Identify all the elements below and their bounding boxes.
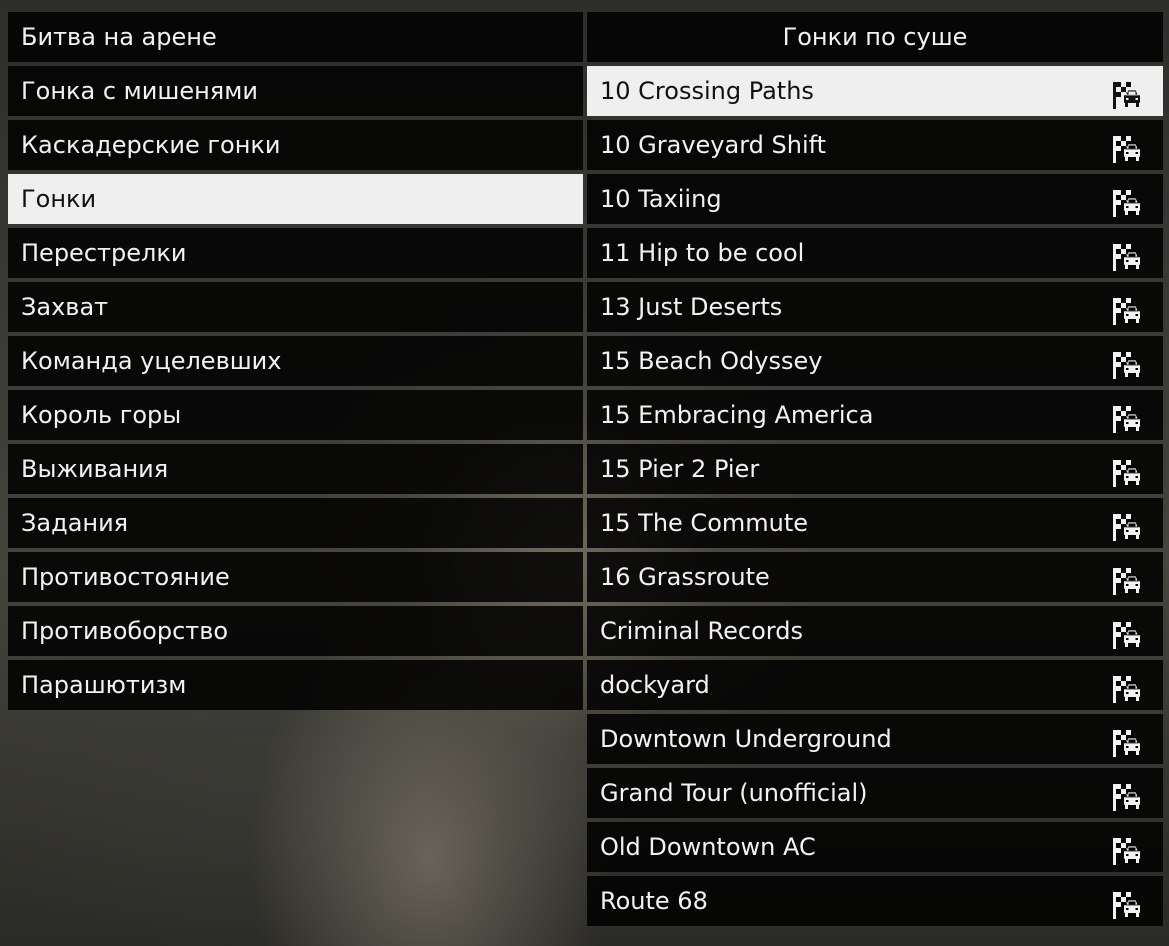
job-item-label: dockyard xyxy=(600,671,710,699)
job-item[interactable]: dockyard xyxy=(587,660,1163,710)
job-list-panel: Гонки по суше 10 Crossing Paths 10 Grave… xyxy=(587,12,1163,930)
category-item[interactable]: Захват xyxy=(8,282,583,332)
category-item[interactable]: Противостояние xyxy=(8,552,583,602)
job-item[interactable]: 10 Crossing Paths xyxy=(587,66,1163,116)
job-item-label: 15 Embracing America xyxy=(600,401,874,429)
job-item-label: 15 Beach Odyssey xyxy=(600,347,823,375)
category-item-label: Гонка с мишенями xyxy=(21,77,258,105)
race-flag-car-icon xyxy=(1111,293,1143,325)
job-item[interactable]: 13 Just Deserts xyxy=(587,282,1163,332)
job-item[interactable]: 15 Pier 2 Pier xyxy=(587,444,1163,494)
category-item-label: Король горы xyxy=(21,401,182,429)
job-item[interactable]: 15 Beach Odyssey xyxy=(587,336,1163,386)
job-item[interactable]: Downtown Underground xyxy=(587,714,1163,764)
category-item[interactable]: Противоборство xyxy=(8,606,583,656)
race-flag-car-icon xyxy=(1111,563,1143,595)
category-item-label: Команда уцелевших xyxy=(21,347,282,375)
race-flag-car-icon xyxy=(1111,77,1143,109)
job-item-label: 15 The Commute xyxy=(600,509,809,537)
race-flag-car-icon xyxy=(1111,401,1143,433)
job-list-header: Гонки по суше xyxy=(587,12,1163,62)
race-flag-car-icon xyxy=(1111,617,1143,649)
category-item-label: Захват xyxy=(21,293,109,321)
category-item-label: Выживания xyxy=(21,455,169,483)
category-item[interactable]: Гонка с мишенями xyxy=(8,66,583,116)
category-item[interactable]: Задания xyxy=(8,498,583,548)
category-item[interactable]: Парашютизм xyxy=(8,660,583,710)
race-flag-car-icon xyxy=(1111,131,1143,163)
race-flag-car-icon xyxy=(1111,347,1143,379)
job-item[interactable]: 15 Embracing America xyxy=(587,390,1163,440)
job-item-label: 10 Crossing Paths xyxy=(600,77,814,105)
job-item[interactable]: 10 Graveyard Shift xyxy=(587,120,1163,170)
job-item[interactable]: Criminal Records xyxy=(587,606,1163,656)
job-item[interactable]: 11 Hip to be cool xyxy=(587,228,1163,278)
job-item-label: 10 Graveyard Shift xyxy=(600,131,827,159)
category-item[interactable]: Битва на арене xyxy=(8,12,583,62)
category-item-label: Перестрелки xyxy=(21,239,187,267)
category-item-label: Задания xyxy=(21,509,129,537)
job-item-label: 16 Grassroute xyxy=(600,563,770,591)
menu-scene: Битва на арене Гонка с мишенями Каскадерск… xyxy=(0,0,1169,946)
category-item[interactable]: Команда уцелевших xyxy=(8,336,583,386)
category-item-label: Противостояние xyxy=(21,563,230,591)
job-item[interactable]: 10 Taxiing xyxy=(587,174,1163,224)
job-item-label: 10 Taxiing xyxy=(600,185,722,213)
job-item[interactable]: Grand Tour (unofficial) xyxy=(587,768,1163,818)
job-item-label: 13 Just Deserts xyxy=(600,293,783,321)
category-item[interactable]: Каскадерские гонки xyxy=(8,120,583,170)
job-item-label: Grand Tour (unofficial) xyxy=(600,779,868,807)
race-flag-car-icon xyxy=(1111,671,1143,703)
category-list: Битва на арене Гонка с мишенями Каскадерск… xyxy=(8,12,583,714)
job-list: 10 Crossing Paths 10 Graveyard Shift 10 … xyxy=(587,66,1163,926)
job-item[interactable]: 16 Grassroute xyxy=(587,552,1163,602)
job-item[interactable]: 15 The Commute xyxy=(587,498,1163,548)
job-item[interactable]: Old Downtown AC xyxy=(587,822,1163,872)
race-flag-car-icon xyxy=(1111,455,1143,487)
job-item-label: 11 Hip to be cool xyxy=(600,239,805,267)
race-flag-car-icon xyxy=(1111,887,1143,919)
race-flag-car-icon xyxy=(1111,239,1143,271)
category-item[interactable]: Перестрелки xyxy=(8,228,583,278)
category-item-label: Битва на арене xyxy=(21,23,217,51)
category-item-label: Каскадерские гонки xyxy=(21,131,281,159)
job-item[interactable]: Route 68 xyxy=(587,876,1163,926)
category-item-label: Гонки xyxy=(21,185,97,213)
job-item-label: Old Downtown AC xyxy=(600,833,816,861)
category-item-label: Противоборство xyxy=(21,617,229,645)
race-flag-car-icon xyxy=(1111,185,1143,217)
category-item[interactable]: Выживания xyxy=(8,444,583,494)
race-flag-car-icon xyxy=(1111,833,1143,865)
race-flag-car-icon xyxy=(1111,725,1143,757)
job-item-label: Downtown Underground xyxy=(600,725,892,753)
job-item-label: 15 Pier 2 Pier xyxy=(600,455,760,483)
job-item-label: Route 68 xyxy=(600,887,708,915)
job-item-label: Criminal Records xyxy=(600,617,803,645)
race-flag-car-icon xyxy=(1111,509,1143,541)
category-item[interactable]: Гонки xyxy=(8,174,583,224)
race-flag-car-icon xyxy=(1111,779,1143,811)
category-item[interactable]: Король горы xyxy=(8,390,583,440)
category-item-label: Парашютизм xyxy=(21,671,187,699)
